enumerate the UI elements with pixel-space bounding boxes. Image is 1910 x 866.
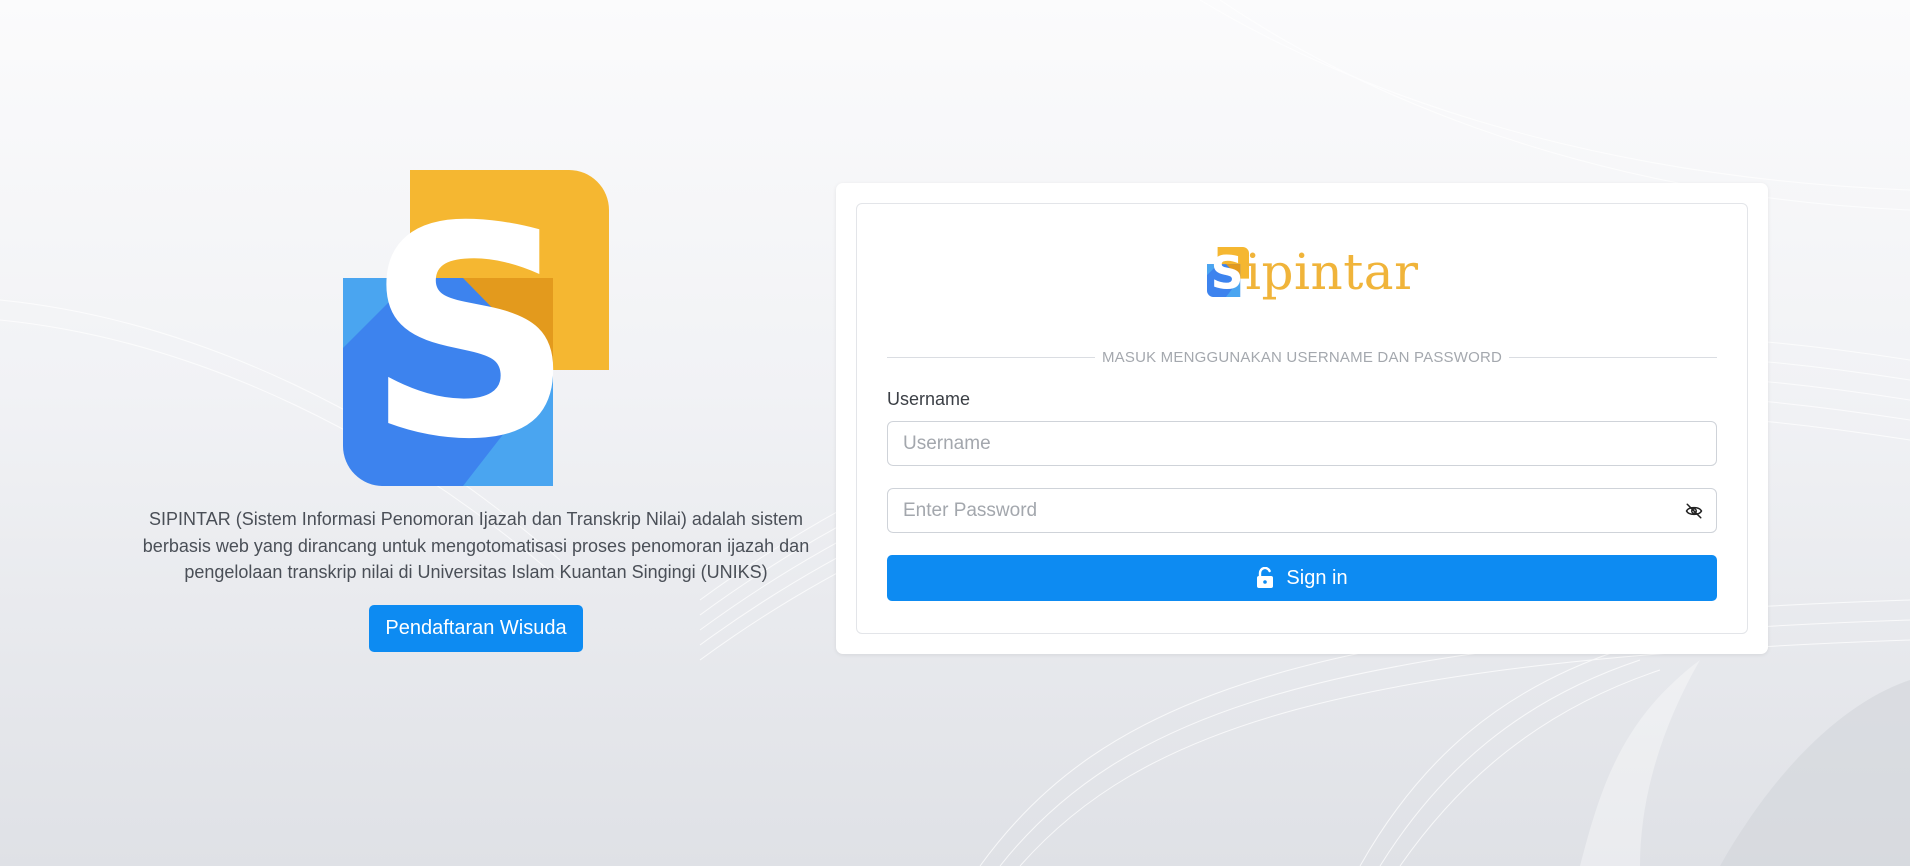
divider-line-left [887, 357, 1095, 358]
password-field [887, 488, 1717, 533]
username-label: Username [887, 389, 971, 409]
app-description: SIPINTAR (Sistem Informasi Penomoran Ija… [142, 509, 810, 582]
brand-name: ipintar [1245, 243, 1419, 301]
divider-line-right [1509, 357, 1718, 358]
sipintar-logo-icon: S [1207, 247, 1249, 300]
username-input[interactable] [887, 421, 1717, 466]
graduation-registration-button[interactable]: Pendaftaran Wisuda [369, 604, 583, 652]
sipintar-logo-icon: S [343, 170, 609, 486]
unlock-icon [1257, 567, 1274, 588]
svg-text:S: S [366, 170, 575, 486]
intro-section: S SIPINTAR (Sistem Informasi Penomoran I… [140, 170, 812, 652]
sign-in-label: Sign in [1286, 566, 1348, 589]
svg-text:S: S [1211, 247, 1244, 300]
divider-text: MASUK MENGGUNAKAN USERNAME DAN PASSWORD [1101, 349, 1503, 366]
login-card: S ipintar MASUK MENGGUNAKAN USERNAME DAN… [836, 183, 1768, 654]
eye-slash-icon[interactable] [1683, 500, 1705, 522]
brand-logo: S ipintar [1207, 240, 1419, 304]
login-form: S ipintar MASUK MENGGUNAKAN USERNAME DAN… [856, 203, 1748, 634]
sign-in-button[interactable]: Sign in [887, 555, 1717, 601]
password-input[interactable] [887, 488, 1717, 533]
login-divider: MASUK MENGGUNAKAN USERNAME DAN PASSWORD [887, 349, 1718, 366]
